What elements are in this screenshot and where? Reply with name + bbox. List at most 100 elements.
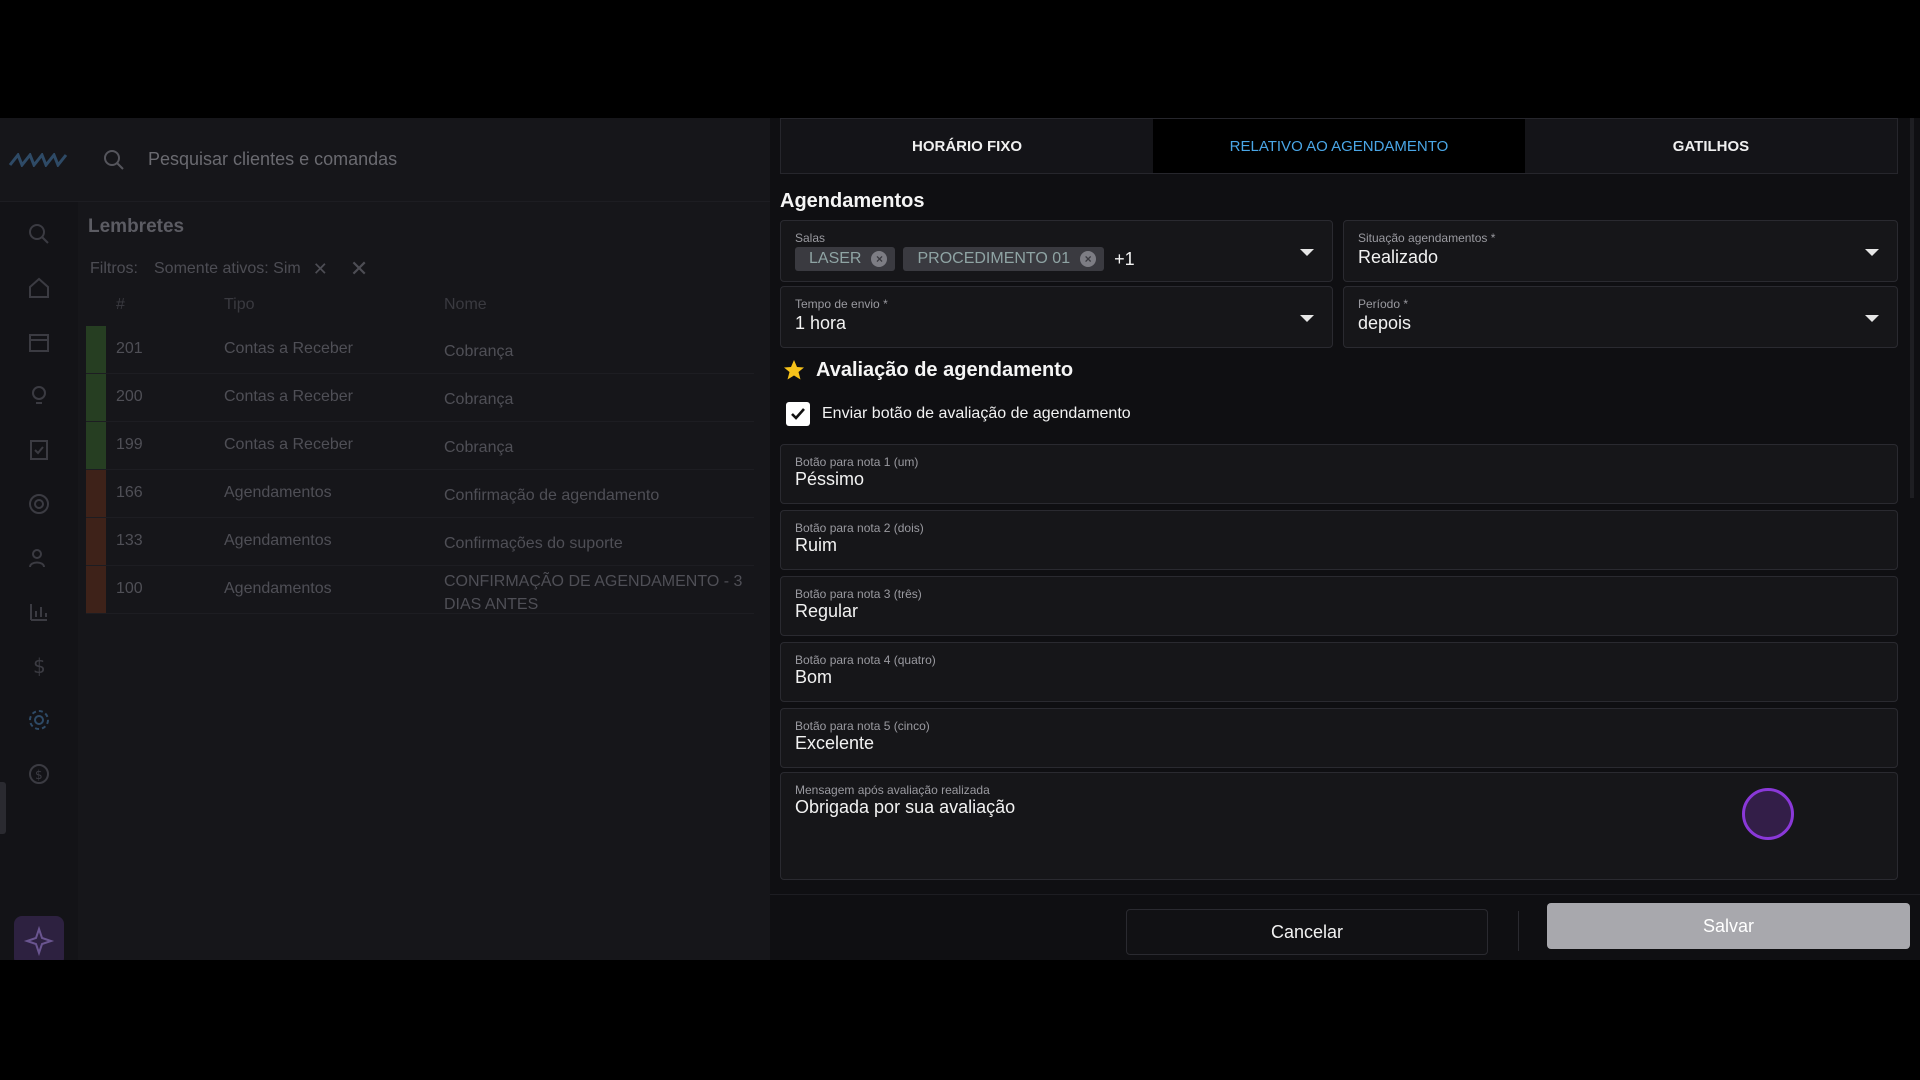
search-icon[interactable] — [27, 222, 51, 246]
row-id: 166 — [116, 484, 143, 501]
tab-horario-fixo[interactable]: HORÁRIO FIXO — [781, 119, 1153, 173]
more-count: +1 — [1114, 248, 1135, 269]
table-row[interactable]: 199 Contas a Receber Cobrança — [86, 422, 754, 470]
row-type: Agendamentos — [224, 580, 332, 597]
tag-label: LASER — [809, 250, 862, 267]
drawer-scrollbar[interactable] — [1910, 118, 1914, 498]
search-input[interactable]: Pesquisar clientes e comandas — [148, 149, 397, 170]
background-app: Pesquisar clientes e comandas $ $ ? 4 Le… — [0, 118, 770, 960]
rating-button-label: Botão para nota 3 (três) — [795, 587, 922, 601]
close-icon[interactable]: × — [871, 251, 888, 267]
row-name: Cobrança — [444, 439, 514, 456]
ai-assistant-button[interactable] — [14, 916, 64, 960]
close-icon[interactable]: × — [1080, 251, 1097, 267]
star-icon — [784, 360, 804, 380]
cancel-button[interactable]: Cancelar — [1126, 909, 1488, 955]
drawer-footer: Cancelar Salvar — [770, 894, 1920, 960]
column-header-nome[interactable]: Nome — [444, 296, 487, 314]
row-color-bar — [86, 326, 106, 373]
gear-icon[interactable] — [27, 708, 51, 732]
tag-procedimento[interactable]: PROCEDIMENTO 01 × — [903, 247, 1105, 271]
rating-button-value: Péssimo — [795, 469, 865, 489]
top-bar: Pesquisar clientes e comandas — [0, 118, 770, 202]
user-search-icon[interactable] — [27, 546, 51, 570]
active-indicator — [0, 782, 6, 834]
rating-button-field-4[interactable]: Botão para nota 4 (quatro) Bom — [780, 642, 1898, 702]
rating-checkbox-row[interactable]: Enviar botão de avaliação de agendamento — [786, 402, 1131, 426]
row-id: 133 — [116, 532, 143, 549]
periodo-value: depois — [1358, 313, 1412, 333]
tab-relativo-agendamento[interactable]: RELATIVO AO AGENDAMENTO — [1153, 119, 1525, 173]
rating-button-field-2[interactable]: Botão para nota 2 (dois) Ruim — [780, 510, 1898, 570]
rating-button-label: Botão para nota 2 (dois) — [795, 521, 924, 535]
close-icon[interactable]: ✕ — [313, 259, 328, 280]
row-id: 199 — [116, 436, 143, 453]
table-row[interactable]: 133 Agendamentos Confirmações do suporte — [86, 518, 754, 566]
rating-title-text: Avaliação de agendamento — [816, 358, 1074, 381]
save-button[interactable]: Salvar — [1547, 903, 1910, 949]
money-circle-icon[interactable]: $ — [27, 762, 51, 786]
tag-label: PROCEDIMENTO 01 — [917, 250, 1071, 267]
table-row[interactable]: 200 Contas a Receber Cobrança — [86, 374, 754, 422]
filters-label: Filtros: — [90, 260, 138, 277]
row-name: CONFIRMAÇÃO DE AGENDAMENTO - 3 DIAS ANTE… — [444, 573, 743, 613]
rating-button-value: Regular — [795, 601, 859, 621]
row-id: 201 — [116, 340, 143, 357]
row-name: Cobrança — [444, 391, 514, 408]
row-type: Contas a Receber — [224, 436, 353, 453]
row-name: Confirmações do suporte — [444, 535, 623, 552]
rating-section-title: Avaliação de agendamento — [782, 358, 1073, 382]
row-type: Agendamentos — [224, 532, 332, 549]
column-header-tipo[interactable]: Tipo — [224, 296, 255, 314]
chevron-down-icon[interactable] — [1865, 315, 1879, 322]
tag-laser[interactable]: LASER × — [795, 247, 896, 271]
tab-gatilhos[interactable]: GATILHOS — [1525, 119, 1897, 173]
rating-checkbox[interactable] — [786, 402, 810, 426]
rating-button-label: Botão para nota 1 (um) — [795, 455, 919, 469]
chevron-down-icon[interactable] — [1300, 249, 1314, 256]
message-label: Mensagem após avaliação realizada — [795, 783, 990, 797]
message-value: Obrigada por sua avaliação — [795, 797, 1016, 817]
logo-icon[interactable] — [8, 150, 72, 170]
table-row[interactable]: 166 Agendamentos Confirmação de agendament… — [86, 470, 754, 518]
search-icon[interactable] — [102, 148, 126, 172]
home-icon[interactable] — [27, 276, 51, 300]
section-title: Agendamentos — [780, 190, 925, 212]
chart-icon[interactable] — [27, 600, 51, 624]
row-color-bar — [86, 470, 106, 517]
dollar-icon[interactable]: $ — [27, 654, 51, 678]
sidebar: $ $ ? 4 — [0, 202, 78, 960]
rating-button-label: Botão para nota 4 (quatro) — [795, 653, 936, 667]
rating-checkbox-label: Enviar botão de avaliação de agendamento — [822, 405, 1131, 422]
rating-button-field-5[interactable]: Botão para nota 5 (cinco) Excelente — [780, 708, 1898, 768]
salas-tags: LASER × PROCEDIMENTO 01 × +1 — [795, 247, 1135, 271]
tempo-envio-select[interactable]: Tempo de envio * 1 hora — [780, 286, 1333, 348]
column-header-id[interactable]: # — [116, 296, 125, 314]
periodo-select[interactable]: Período * depois — [1343, 286, 1898, 348]
table-row[interactable]: 201 Contas a Receber Cobrança — [86, 326, 754, 374]
reminder-drawer: HORÁRIO FIXO RELATIVO AO AGENDAMENTO GAT… — [770, 118, 1920, 960]
checklist-icon[interactable] — [27, 438, 51, 462]
periodo-label-text: Período — [1358, 297, 1401, 311]
clear-filters-button[interactable]: ✕ — [350, 256, 368, 282]
row-name: Confirmação de agendamento — [444, 487, 660, 504]
message-textarea[interactable]: Mensagem após avaliação realizada Obriga… — [780, 772, 1898, 880]
salas-label: Salas — [795, 231, 826, 245]
click-indicator — [1742, 788, 1794, 840]
chevron-down-icon[interactable] — [1865, 249, 1879, 256]
row-color-bar — [86, 422, 106, 469]
situacao-select[interactable]: Situação agendamentos * Realizado — [1343, 220, 1898, 282]
calendar-icon[interactable] — [27, 330, 51, 354]
rating-button-field-3[interactable]: Botão para nota 3 (três) Regular — [780, 576, 1898, 636]
row-type: Contas a Receber — [224, 340, 353, 357]
lightbulb-icon[interactable] — [27, 384, 51, 408]
tempo-label-text: Tempo de envio — [795, 297, 880, 311]
rating-button-field-1[interactable]: Botão para nota 1 (um) Péssimo — [780, 444, 1898, 504]
chevron-down-icon[interactable] — [1300, 315, 1314, 322]
target-icon[interactable] — [27, 492, 51, 516]
row-color-bar — [86, 374, 106, 421]
table-row[interactable]: 100 Agendamentos CONFIRMAÇÃO DE AGENDAMENT… — [86, 566, 754, 614]
rating-button-value: Excelente — [795, 733, 875, 753]
salas-select[interactable]: Salas LASER × PROCEDIMENTO 01 × +1 — [780, 220, 1333, 282]
page-title: Lembretes — [88, 216, 185, 237]
